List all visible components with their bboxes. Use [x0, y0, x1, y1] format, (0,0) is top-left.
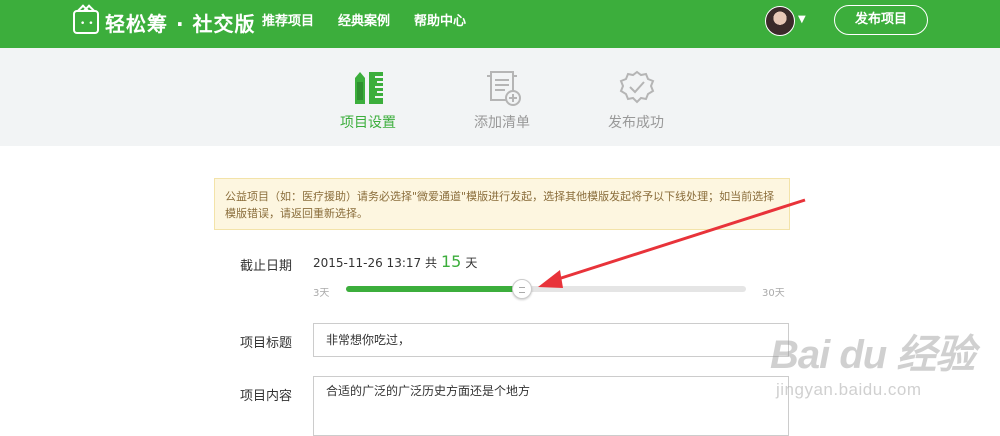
project-title-input[interactable]: 非常想你吃过， — [313, 323, 789, 357]
avatar[interactable] — [765, 6, 795, 36]
template-notice: 公益项目（如：医疗援助）请务必选择"微爱通道"模版进行发起，选择其他模版发起将予… — [214, 178, 790, 230]
slider-max-label: 30天 — [762, 288, 785, 299]
logo[interactable]: •• 轻松筹 · 社交版 — [73, 7, 256, 37]
ruler-pencil-icon — [355, 72, 383, 104]
progress-steps: 项目设置 添加清单 发布成功 — [0, 48, 1000, 146]
deadline-days: 15 — [440, 252, 462, 271]
deadline-date: 2015-11-26 13:17 — [313, 256, 422, 270]
chevron-down-icon[interactable]: ▼ — [798, 14, 806, 25]
main-nav: 推荐项目 经典案例 帮助中心 — [262, 12, 466, 32]
nav-recommended-projects[interactable]: 推荐项目 — [262, 12, 314, 32]
deadline-date-display: 2015-11-26 13:17 共 15 天 — [313, 252, 477, 271]
content-label: 项目内容 — [240, 389, 293, 404]
title-label: 项目标题 — [240, 336, 293, 351]
deadline-slider[interactable] — [346, 279, 746, 299]
step-label: 项目设置 — [340, 115, 396, 131]
top-navigation-bar: •• 轻松筹 · 社交版 推荐项目 经典案例 帮助中心 ▼ 发布项目 — [0, 0, 1000, 48]
deadline-label: 截止日期 — [240, 259, 293, 274]
watermark-sub: jingyan.baidu.com — [776, 380, 922, 399]
list-add-icon — [487, 71, 521, 106]
publish-project-button[interactable]: 发布项目 — [834, 5, 928, 35]
step-label: 添加清单 — [474, 115, 530, 131]
check-circle-icon — [619, 70, 655, 104]
baidu-watermark: Bai du 经验 jingyan.baidu.com — [770, 322, 975, 400]
step-label: 发布成功 — [608, 115, 664, 131]
nav-classic-cases[interactable]: 经典案例 — [338, 12, 390, 32]
cat-logo-icon: •• — [73, 10, 99, 34]
watermark-main: Bai du 经验 — [770, 333, 975, 377]
deadline-suffix: 天 — [465, 256, 478, 270]
slider-fill — [346, 286, 522, 292]
nav-help-center[interactable]: 帮助中心 — [414, 12, 466, 32]
logo-text: 轻松筹 · 社交版 — [105, 11, 256, 36]
project-content-textarea[interactable]: 合适的广泛的广泛历史方面还是个地方 — [313, 376, 789, 436]
slider-min-label: 3天 — [313, 288, 330, 299]
deadline-prefix: 共 — [424, 256, 437, 270]
slider-handle[interactable] — [512, 279, 532, 299]
